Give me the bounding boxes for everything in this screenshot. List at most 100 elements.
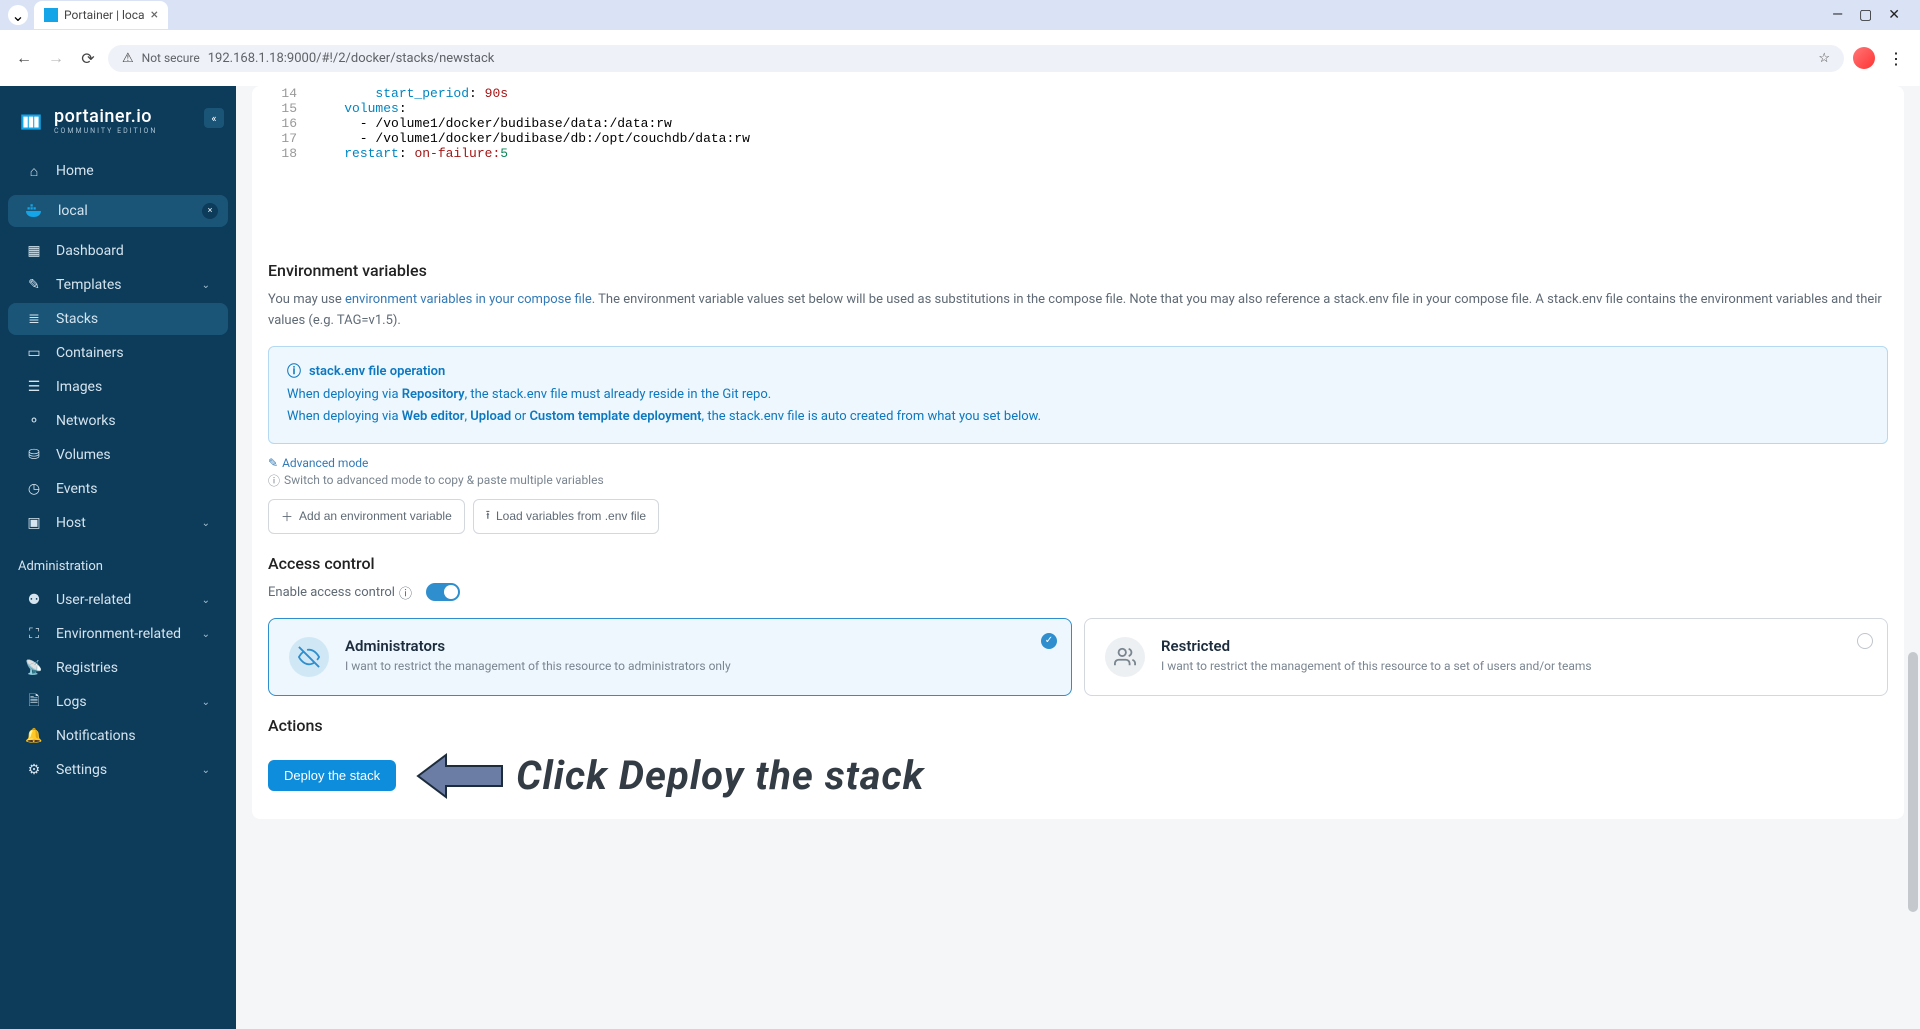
tab-title: Portainer | loca [64, 8, 145, 22]
chevron-down-icon: ⌄ [202, 595, 210, 606]
env-close-icon[interactable]: × [202, 203, 218, 219]
nav-label: Templates [56, 277, 122, 293]
access-section-title: Access control [268, 554, 1888, 573]
help-icon[interactable]: ⓘ [399, 583, 412, 602]
nav-label: Networks [56, 413, 116, 429]
home-icon: ⌂ [26, 163, 42, 179]
sidebar-collapse-button[interactable]: « [204, 108, 224, 128]
nav-reload-button[interactable]: ⟳ [76, 46, 100, 70]
window-minimize-icon[interactable]: — [1832, 7, 1843, 23]
chevron-down-icon: ⌄ [202, 629, 210, 640]
deploy-stack-button[interactable]: Deploy the stack [268, 760, 396, 791]
tab-favicon-icon [44, 8, 58, 22]
nav-containers[interactable]: ▭ Containers [8, 337, 228, 369]
nav-forward-button[interactable]: → [44, 46, 68, 70]
chevron-down-icon: ⌄ [202, 765, 210, 776]
code-line: 18 restart: on-failure:5 [268, 146, 1888, 161]
nav-user-related[interactable]: ⚉ User-related ⌄ [8, 584, 228, 616]
annotation-text: Click Deploy the stack [516, 752, 924, 799]
env-compose-link[interactable]: environment variables in your compose fi… [345, 292, 592, 307]
bookmark-star-icon[interactable]: ☆ [1818, 51, 1830, 66]
nav-label: Volumes [56, 447, 111, 463]
code-line: 15 volumes: [268, 101, 1888, 116]
info-line: When deploying via Web editor, Upload or… [287, 406, 1869, 428]
add-env-var-button[interactable]: ＋Add an environment variable [268, 499, 465, 534]
card-title: Restricted [1161, 637, 1592, 655]
radio-selected-icon: ✓ [1041, 633, 1057, 649]
radio-icon [1857, 633, 1873, 649]
portainer-logo-icon [18, 108, 44, 134]
environment-icon: ⛶ [26, 626, 42, 642]
nav-home[interactable]: ⌂ Home [8, 155, 228, 187]
nav-label: Home [56, 163, 94, 179]
tab-search-button[interactable]: ⌄ [8, 5, 28, 25]
load-env-file-button[interactable]: ⭱Load variables from .env file [473, 499, 659, 534]
advanced-mode-desc: ⓘ Switch to advanced mode to copy & past… [268, 472, 1888, 489]
nav-label: Images [56, 379, 102, 395]
nav-registries[interactable]: 📡 Registries [8, 652, 228, 684]
nav-dashboard[interactable]: ▦ Dashboard [8, 235, 228, 267]
nav-volumes[interactable]: ⛁ Volumes [8, 439, 228, 471]
nav-label: Notifications [56, 728, 136, 744]
volumes-icon: ⛁ [26, 447, 42, 463]
eye-off-icon [289, 637, 329, 677]
browser-tab[interactable]: Portainer | loca × [34, 1, 168, 29]
avatar-icon [1853, 47, 1875, 69]
window-close-icon[interactable]: ✕ [1888, 7, 1900, 23]
nav-stacks[interactable]: ≣ Stacks [8, 303, 228, 335]
code-line: 17 - /volume1/docker/budibase/db:/opt/co… [268, 131, 1888, 146]
nav-host[interactable]: ▣ Host ⌄ [8, 507, 228, 539]
url-bar[interactable]: ⚠ Not secure 192.168.1.18:9000/#!/2/dock… [108, 45, 1844, 72]
scrollbar[interactable] [1906, 86, 1920, 1029]
nav-label: Registries [56, 660, 118, 676]
chevron-down-icon: ⌄ [202, 697, 210, 708]
main-content: 14 start_period: 90s 15 volumes: 16 - /v… [236, 86, 1920, 1029]
code-line: 14 start_period: 90s [268, 86, 1888, 101]
users-icon: ⚉ [26, 592, 42, 608]
browser-chrome: ⌄ Portainer | loca × — ▢ ✕ ← → ⟳ ⚠ Not s… [0, 0, 1920, 86]
docker-icon [26, 204, 44, 218]
logo-subtitle: COMMUNITY EDITION [54, 127, 157, 135]
nav-templates[interactable]: ✎ Templates ⌄ [8, 269, 228, 301]
security-label: Not secure [142, 51, 200, 65]
bell-icon: 🔔 [26, 728, 42, 744]
nav-environment-local[interactable]: local × [8, 195, 228, 227]
code-editor[interactable]: 14 start_period: 90s 15 volumes: 16 - /v… [268, 86, 1888, 241]
stacks-icon: ≣ [26, 311, 42, 327]
card-desc: I want to restrict the management of thi… [1161, 659, 1592, 673]
enable-access-label: Enable access control ⓘ [268, 583, 412, 602]
nav-notifications[interactable]: 🔔 Notifications [8, 720, 228, 752]
admin-section-label: Administration [0, 541, 236, 582]
nav-label: Logs [56, 694, 87, 710]
env-info-box: stack.env file operation When deploying … [268, 346, 1888, 444]
access-card-restricted[interactable]: Restricted I want to restrict the manage… [1084, 618, 1888, 696]
nav-networks[interactable]: ⚬ Networks [8, 405, 228, 437]
nav-images[interactable]: ☰ Images [8, 371, 228, 403]
networks-icon: ⚬ [26, 413, 42, 429]
logo-text: portainer.io [54, 106, 157, 127]
nav-environment-related[interactable]: ⛶ Environment-related ⌄ [8, 618, 228, 650]
info-icon: ⓘ [268, 472, 280, 489]
chevron-down-icon: ⌄ [202, 518, 210, 529]
nav-settings[interactable]: ⚙ Settings ⌄ [8, 754, 228, 786]
nav-label: Host [56, 515, 86, 531]
upload-icon: ⭱ [486, 506, 490, 527]
events-icon: ◷ [26, 481, 42, 497]
nav-logs[interactable]: 🗎 Logs ⌄ [8, 686, 228, 718]
advanced-mode-link[interactable]: ✎ Advanced mode [268, 456, 368, 470]
nav-back-button[interactable]: ← [12, 46, 36, 70]
env-section-desc: You may use environment variables in you… [268, 290, 1888, 332]
chevron-down-icon: ⌄ [202, 280, 210, 291]
access-card-administrators[interactable]: Administrators I want to restrict the ma… [268, 618, 1072, 696]
logo-area: portainer.io COMMUNITY EDITION « [0, 96, 236, 153]
scrollbar-thumb[interactable] [1908, 652, 1918, 912]
access-control-toggle[interactable] [426, 583, 460, 601]
browser-menu-button[interactable]: ⋮ [1884, 46, 1908, 70]
nav-events[interactable]: ◷ Events [8, 473, 228, 505]
profile-avatar-button[interactable] [1852, 46, 1876, 70]
registries-icon: 📡 [26, 660, 42, 676]
nav-label: User-related [56, 592, 131, 608]
window-maximize-icon[interactable]: ▢ [1859, 7, 1872, 23]
tab-close-icon[interactable]: × [151, 7, 158, 23]
sidebar: portainer.io COMMUNITY EDITION « ⌂ Home … [0, 86, 236, 1029]
